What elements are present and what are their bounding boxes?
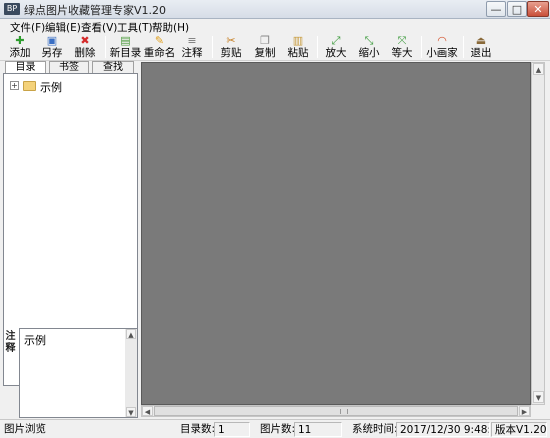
paint-button-label: 小画家 — [426, 47, 458, 59]
status-mode: 图片浏览 — [4, 423, 46, 435]
add-button-label: 添加 — [9, 47, 31, 59]
save-as-button-label: 另存 — [41, 47, 63, 59]
version-value: 版本V1.20 — [491, 422, 547, 437]
annotate-button[interactable]: ≡ 注释 — [179, 34, 205, 61]
note-text: 示例 — [24, 334, 46, 347]
annotate-button-label: 注释 — [181, 47, 203, 59]
tab-directory[interactable]: 目录 — [5, 61, 46, 73]
paste-button-label: 粘贴 — [287, 47, 309, 59]
scroll-thumb[interactable] — [154, 406, 518, 416]
menu-view[interactable]: 查看(V) — [81, 20, 117, 35]
exit-button-label: 退出 — [470, 47, 492, 59]
tab-search[interactable]: 查找 — [92, 61, 134, 73]
zoom-in-icon: ⤢ — [331, 34, 341, 47]
cut-icon: ✂ — [226, 34, 236, 47]
app-icon: BP — [4, 3, 20, 15]
pic-count-value: 11 — [294, 422, 342, 437]
new-folder-button[interactable]: ▤ 新目录 — [109, 34, 142, 61]
exit-button[interactable]: ⏏ 退出 — [468, 34, 494, 61]
image-vertical-scrollbar[interactable]: ▲ ▼ — [531, 62, 545, 405]
annotation-panel: 注释 示例 ▲ ▼ — [3, 328, 138, 418]
toolbar: ✚ 添加 ▣ 另存 ✖ 删除 ▤ 新目录 ✎ 重命名 ≡ 注释 ✂ 剪贴 ❐ 复… — [0, 34, 550, 61]
add-button[interactable]: ✚ 添加 — [6, 34, 34, 61]
tab-bookmarks[interactable]: 书签 — [49, 61, 89, 73]
dir-count-label: 目录数: — [180, 423, 214, 435]
toolbar-separator — [105, 36, 106, 58]
cut-button-label: 剪贴 — [220, 47, 242, 59]
status-bar: 图片浏览 目录数: 1 图片数: 11 系统时间: 2017/12/30 9:4… — [0, 419, 550, 438]
save-as-button[interactable]: ▣ 另存 — [38, 34, 66, 61]
window-title: 绿点图片收藏管理专家V1.20 — [24, 4, 167, 17]
add-icon: ✚ — [15, 34, 25, 47]
new-folder-button-label: 新目录 — [109, 47, 142, 59]
zoom-out-button[interactable]: ⤡ 缩小 — [356, 34, 382, 61]
rename-button[interactable]: ✎ 重命名 — [143, 34, 176, 61]
image-view[interactable] — [141, 62, 531, 405]
toolbar-separator — [212, 36, 213, 58]
scroll-right-icon[interactable]: ▶ — [519, 406, 530, 416]
expand-icon[interactable]: + — [10, 81, 19, 90]
exit-icon: ⏏ — [475, 34, 487, 47]
toolbar-separator — [421, 36, 422, 58]
close-button[interactable]: ✕ — [527, 1, 549, 17]
menu-edit[interactable]: 编辑(E) — [45, 20, 81, 35]
menu-help[interactable]: 帮助(H) — [152, 20, 189, 35]
title-bar: BP 绿点图片收藏管理专家V1.20 — □ ✕ — [0, 0, 550, 19]
zoom-in-button-label: 放大 — [325, 47, 347, 59]
note-textbox[interactable]: 示例 ▲ ▼ — [19, 328, 138, 418]
toolbar-separator — [317, 36, 318, 58]
copy-button[interactable]: ❐ 复制 — [252, 34, 278, 61]
minimize-button[interactable]: — — [486, 1, 506, 17]
zoom-out-button-label: 缩小 — [358, 47, 380, 59]
folder-icon — [23, 81, 36, 91]
paste-icon: ▥ — [292, 34, 304, 47]
actual-size-icon: ⤧ — [397, 34, 407, 47]
rename-icon: ✎ — [154, 34, 165, 47]
note-scrollbar[interactable]: ▲ ▼ — [125, 329, 137, 417]
paint-icon: ◠ — [437, 34, 447, 47]
tree-item-label: 示例 — [40, 81, 62, 94]
menu-file[interactable]: 文件(F) — [10, 20, 45, 35]
actual-size-button-label: 等大 — [391, 47, 413, 59]
new-folder-icon: ▤ — [120, 34, 131, 47]
scroll-corner — [531, 405, 545, 417]
time-label: 系统时间: — [352, 423, 398, 435]
rename-button-label: 重命名 — [143, 47, 176, 59]
paste-button[interactable]: ▥ 粘贴 — [285, 34, 311, 61]
copy-button-label: 复制 — [254, 47, 276, 59]
image-horizontal-scrollbar[interactable]: ◀ ▶ — [141, 405, 531, 417]
scroll-down-icon[interactable]: ▼ — [533, 391, 544, 403]
zoom-out-icon: ⤡ — [364, 34, 374, 47]
scroll-down-icon[interactable]: ▼ — [126, 407, 136, 417]
grip-icon — [340, 409, 348, 414]
maximize-button[interactable]: □ — [507, 1, 527, 17]
annotate-icon: ≡ — [187, 34, 197, 47]
cut-button[interactable]: ✂ 剪贴 — [218, 34, 244, 61]
delete-icon: ✖ — [80, 34, 90, 47]
save-icon: ▣ — [46, 34, 58, 47]
scroll-left-icon[interactable]: ◀ — [142, 406, 153, 416]
dir-count-value: 1 — [214, 422, 250, 437]
paint-button[interactable]: ◠ 小画家 — [425, 34, 459, 61]
menu-tools[interactable]: 工具(T) — [117, 20, 153, 35]
actual-size-button[interactable]: ⤧ 等大 — [389, 34, 415, 61]
delete-button-label: 删除 — [74, 47, 96, 59]
toolbar-separator — [463, 36, 464, 58]
time-value: 2017/12/30 9:48:55 — [396, 422, 490, 437]
menu-bar: 文件(F) 编辑(E) 查看(V) 工具(T) 帮助(H) — [0, 19, 550, 34]
delete-button[interactable]: ✖ 删除 — [71, 34, 99, 61]
scroll-up-icon[interactable]: ▲ — [533, 63, 544, 75]
panel-tabs: 目录 书签 查找 — [3, 61, 138, 73]
scroll-up-icon[interactable]: ▲ — [126, 329, 136, 339]
pic-count-label: 图片数: — [260, 423, 294, 435]
zoom-in-button[interactable]: ⤢ 放大 — [323, 34, 349, 61]
note-label: 注释 — [5, 331, 16, 354]
copy-icon: ❐ — [260, 34, 270, 47]
